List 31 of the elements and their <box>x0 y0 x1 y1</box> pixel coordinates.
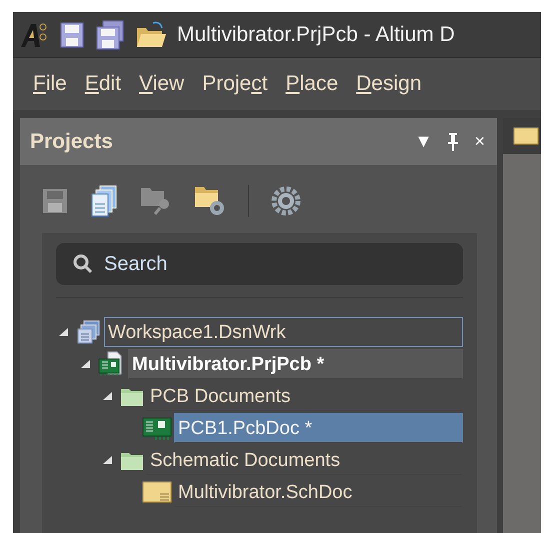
panel-title: Projects <box>30 130 114 154</box>
search-icon <box>72 253 94 275</box>
folder-settings-icon[interactable] <box>194 185 226 217</box>
menu-item[interactable]: Design <box>356 72 422 96</box>
menu-item[interactable]: View <box>139 72 184 96</box>
documents-icon[interactable] <box>90 185 118 217</box>
save-all-icon[interactable] <box>95 20 125 50</box>
panel-menu-button[interactable]: ▼ <box>414 131 432 152</box>
tree-item[interactable]: PCB Documents <box>146 381 463 411</box>
circuit-board-icon <box>142 416 172 440</box>
menu-item[interactable]: Edit <box>84 72 122 96</box>
document-icon <box>142 481 172 503</box>
tree-item[interactable]: Workspace1.DsnWrk <box>104 317 463 347</box>
tree-item[interactable]: Multivibrator.SchDoc <box>174 477 463 507</box>
tree-item[interactable]: PCB1.PcbDoc * <box>174 413 463 443</box>
window-title: Multivibrator.PrjPcb - Altium D <box>177 22 455 46</box>
tree-item[interactable]: Multivibrator.PrjPcb * <box>128 349 463 379</box>
search-field[interactable]: Search <box>56 243 463 285</box>
menu-item[interactable]: File <box>33 72 67 96</box>
settings-icon[interactable] <box>271 186 301 216</box>
save-icon[interactable] <box>59 20 85 48</box>
close-button[interactable]: × <box>474 131 485 152</box>
menu-item[interactable]: Place <box>286 72 338 96</box>
document-icon[interactable] <box>513 127 539 145</box>
folder-search-icon[interactable] <box>140 186 172 216</box>
stacked-documents-icon <box>76 319 102 345</box>
tree-item[interactable]: Schematic Documents <box>146 445 463 475</box>
open-folder-icon[interactable] <box>135 20 167 50</box>
menu-item[interactable]: Project <box>202 72 268 96</box>
pin-icon[interactable] <box>446 132 460 152</box>
app-logo-icon[interactable] <box>19 20 49 48</box>
